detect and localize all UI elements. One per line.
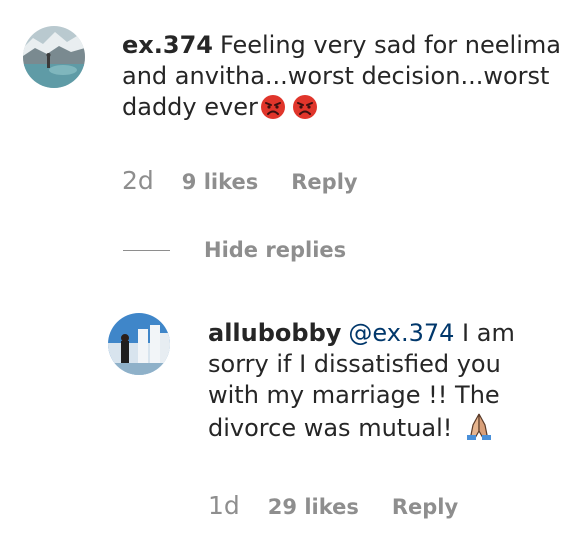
reply-avatar[interactable] [108, 313, 170, 375]
comment-reply-button[interactable]: Reply [291, 170, 357, 194]
folded-hands-icon [464, 411, 494, 449]
angry-face-icon [260, 94, 286, 128]
reply-timestamp[interactable]: 1d [208, 491, 240, 520]
reply-reply-button[interactable]: Reply [392, 495, 458, 519]
hide-replies-label: Hide replies [204, 238, 347, 262]
angry-face-icon [292, 94, 318, 128]
avatar[interactable] [23, 26, 85, 88]
reply-text: allubobby @ex.374 I am sorry if I dissati… [208, 318, 548, 449]
reply-line-1: allubobby @ex.374 I am [208, 318, 548, 349]
comment-text: ex.374 Feeling very sad for neelima and a… [122, 30, 562, 128]
hide-replies-toggle[interactable]: Hide replies [123, 238, 346, 262]
divider-line [123, 249, 170, 251]
reply-meta: 1d 29 likes Reply [208, 491, 458, 520]
comment-likes-count[interactable]: 9 likes [182, 170, 258, 194]
comment-meta: 2d 9 likes Reply [122, 166, 358, 195]
comment-timestamp[interactable]: 2d [122, 166, 154, 195]
reply-username[interactable]: allubobby [208, 319, 341, 347]
reply-mention[interactable]: @ex.374 [348, 319, 454, 347]
comment-username[interactable]: ex.374 [122, 31, 213, 59]
reply-line-4: divorce was mutual! [208, 411, 548, 449]
reply-body-4: divorce was mutual! [208, 414, 453, 442]
reply-line-2: sorry if I dissatisfied you [208, 350, 501, 378]
reply-likes-count[interactable]: 29 likes [268, 495, 359, 519]
reply-line-3: with my marriage !! The [208, 381, 500, 409]
reply-body-1: I am [462, 319, 515, 347]
